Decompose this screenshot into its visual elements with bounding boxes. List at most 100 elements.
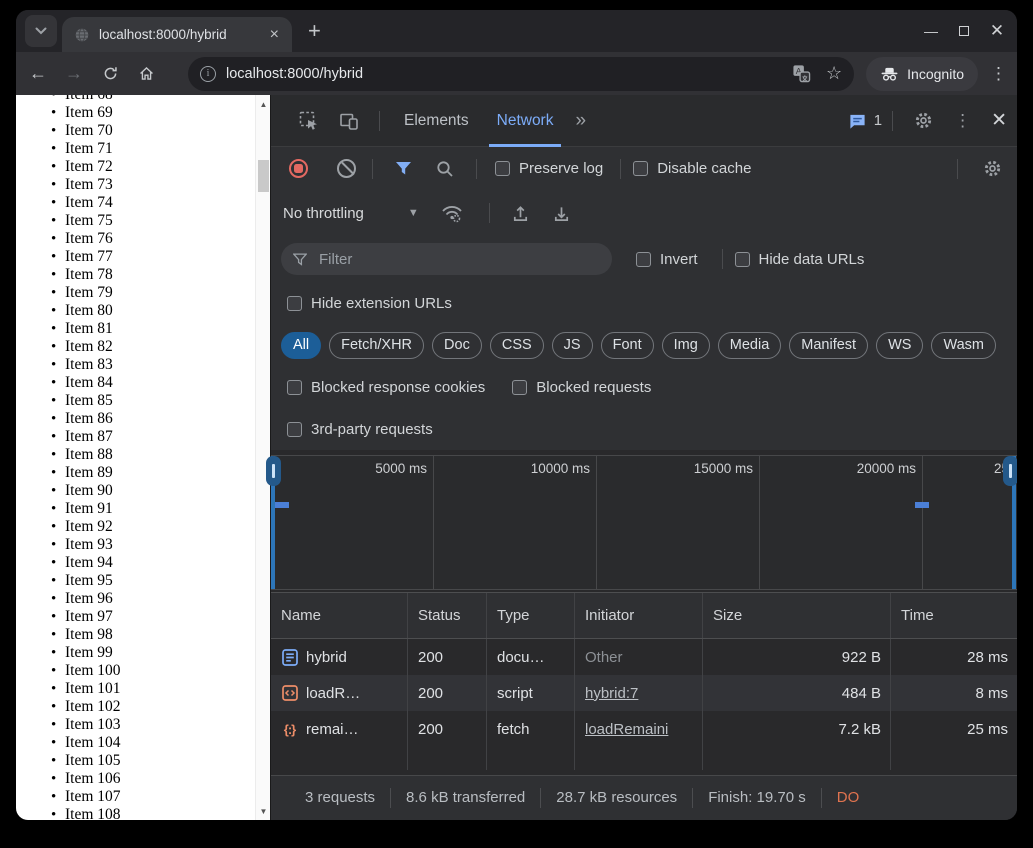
resources-stat: 28.7 kB resources [540,788,692,808]
search-icon[interactable] [424,160,466,178]
blocked-cookies-checkbox[interactable] [287,379,302,395]
fetch-icon: {:} [283,721,296,737]
web-page: Item 68Item 69Item 70Item 71Item 72Item … [16,95,270,820]
column-header-status[interactable]: Status [408,593,487,638]
column-header-time[interactable]: Time [891,593,1017,638]
type-filter-media[interactable]: Media [717,331,782,359]
issues-count[interactable]: 1 [874,112,882,129]
issues-icon[interactable] [848,112,867,130]
column-header-size[interactable]: Size [703,593,891,638]
filter-input[interactable] [317,249,600,269]
hide-extension-urls-checkbox[interactable] [287,295,302,311]
list-item: Item 95 [16,572,121,590]
invert-label: Invert [660,250,698,268]
record-icon[interactable] [289,159,308,178]
list-item: Item 85 [16,392,121,410]
network-settings-icon[interactable] [968,158,1017,179]
request-time: 25 ms [967,720,1008,738]
request-initiator-link[interactable]: loadRemaini [585,721,668,738]
filter-icon[interactable] [383,161,424,176]
list-item: Item 103 [16,716,121,734]
forward-icon[interactable]: → [60,60,88,88]
window-close-icon[interactable]: ✕ [987,21,1007,41]
list-item: Item 100 [16,662,121,680]
devtools-close-icon[interactable]: ✕ [981,109,1017,132]
site-info-icon[interactable]: i [200,65,216,82]
home-icon[interactable] [132,60,160,88]
type-filter-wasm[interactable]: Wasm [931,331,996,359]
type-filter-fetch-xhr[interactable]: Fetch/XHR [329,331,425,359]
reload-icon[interactable] [96,60,124,88]
column-header-name[interactable]: Name [271,593,408,638]
scroll-up-icon[interactable]: ▲ [256,97,270,111]
device-toolbar-icon[interactable] [329,111,369,131]
request-name: hybrid [306,648,347,666]
network-conditions-icon[interactable] [419,204,479,223]
new-tab-button[interactable]: + [302,20,327,42]
maximize-icon[interactable] [954,21,974,41]
devtools-menu-icon[interactable]: ⋮ [944,111,981,131]
tab-search-button[interactable] [25,15,57,47]
import-har-icon[interactable] [500,204,541,223]
list-item: Item 80 [16,302,121,320]
address-url[interactable]: localhost:8000/hybrid [226,66,792,82]
hide-extension-row: Hide extension URLs [271,282,1017,324]
tab-close-icon[interactable]: × [267,26,282,43]
table-row[interactable]: loadR… 200 script hybrid:7 484 B 8 ms [271,675,1017,711]
blocked-filters-row: Blocked response cookies Blocked request… [271,366,1017,408]
table-row[interactable]: hybrid 200 docu… Other 922 B 28 ms [271,639,1017,675]
disable-cache-checkbox[interactable] [633,161,649,176]
timeline-overview[interactable]: 5000 ms 10000 ms 15000 ms 20000 ms 25000… [266,455,1017,590]
type-filter-js[interactable]: JS [551,331,593,359]
throttling-select[interactable]: No throttling [283,205,364,222]
table-row[interactable]: {:} remai… 200 fetch loadRemaini 7.2 kB … [271,711,1017,747]
type-filter-font[interactable]: Font [600,331,654,359]
clear-icon[interactable] [337,159,356,178]
type-filter-css[interactable]: CSS [489,331,544,359]
third-party-checkbox[interactable] [287,421,302,437]
preserve-log-checkbox[interactable] [495,161,510,176]
translate-icon[interactable]: A [792,64,811,83]
column-header-initiator[interactable]: Initiator [575,593,703,638]
browser-tab[interactable]: localhost:8000/hybrid × [62,17,292,52]
list-item: Item 74 [16,194,121,212]
list-item: Item 81 [16,320,121,338]
tab-network[interactable]: Network [483,95,568,147]
tab-strip: localhost:8000/hybrid × + — ✕ [16,10,1017,52]
request-type: docu… [487,639,575,675]
inspect-element-icon[interactable] [289,111,329,131]
hide-data-urls-checkbox[interactable] [734,251,750,267]
column-header-type[interactable]: Type [487,593,575,638]
bookmark-star-icon[interactable]: ☆ [826,63,842,84]
scroll-down-icon[interactable]: ▼ [256,804,270,818]
disable-cache-label: Disable cache [657,160,752,177]
invert-checkbox[interactable] [636,251,651,267]
request-initiator-link[interactable]: hybrid:7 [585,685,638,702]
incognito-label: Incognito [907,65,964,82]
more-tabs-icon[interactable]: » [567,110,594,132]
address-bar[interactable]: i localhost:8000/hybrid A ☆ [188,56,855,91]
request-name: loadR… [306,684,361,702]
preserve-log-label: Preserve log [519,160,604,177]
request-initiator: Other [585,648,623,666]
timeline-left-handle[interactable] [266,456,281,486]
export-har-icon[interactable] [541,204,582,223]
list-item: Item 78 [16,266,121,284]
blocked-requests-checkbox[interactable] [512,379,528,395]
type-filter-all[interactable]: All [281,331,322,359]
type-filter-img[interactable]: Img [661,331,710,359]
minimize-icon[interactable]: — [921,21,941,41]
list-item: Item 90 [16,482,121,500]
type-filter-manifest[interactable]: Manifest [789,331,869,359]
list-item: Item 84 [16,374,121,392]
devtools-settings-icon[interactable] [903,110,944,131]
timeline-right-handle[interactable] [1003,456,1017,486]
back-icon[interactable]: ← [24,60,52,88]
scrollbar-thumb[interactable] [258,160,269,192]
dropdown-caret-icon[interactable]: ▼ [408,207,419,219]
browser-menu-icon[interactable]: ⋮ [988,64,1017,84]
tab-elements[interactable]: Elements [390,95,483,147]
type-filter-ws[interactable]: WS [876,331,924,359]
list-item: Item 102 [16,698,121,716]
type-filter-doc[interactable]: Doc [432,331,482,359]
